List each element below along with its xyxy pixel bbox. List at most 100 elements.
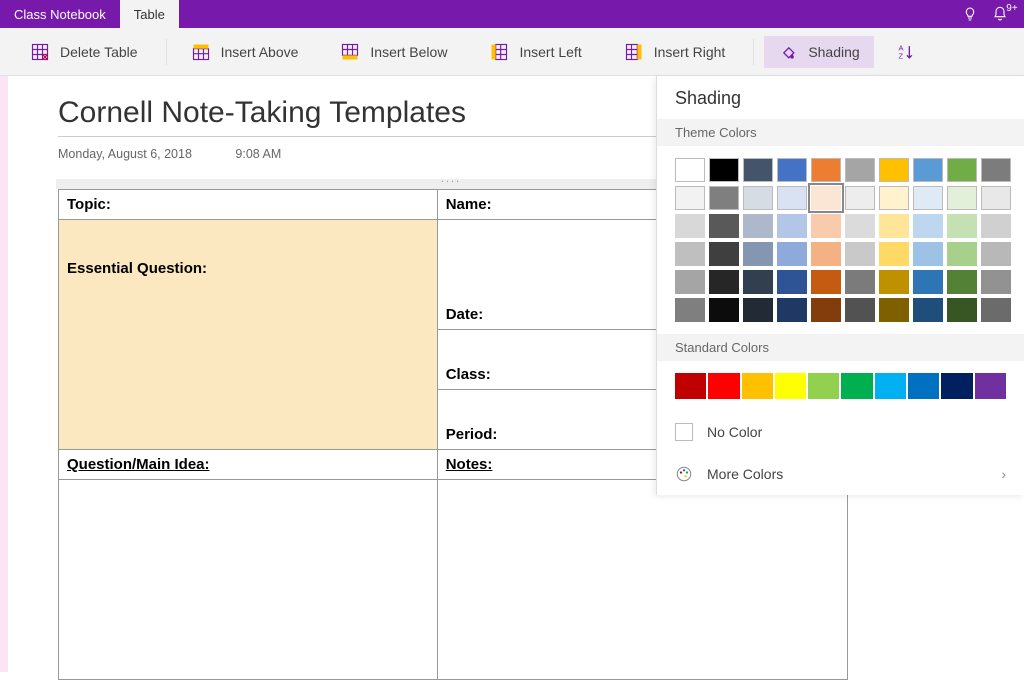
theme-swatch[interactable] [879, 242, 909, 266]
theme-swatch[interactable] [811, 298, 841, 322]
standard-swatch[interactable] [708, 373, 739, 399]
theme-swatch[interactable] [743, 186, 773, 210]
cell-question-body[interactable] [59, 480, 438, 680]
insert-left-button[interactable]: Insert Left [475, 36, 595, 68]
shading-panel: Shading Theme Colors Standard Colors No … [656, 76, 1024, 495]
theme-swatch[interactable] [811, 214, 841, 238]
theme-swatch[interactable] [743, 242, 773, 266]
theme-swatch[interactable] [777, 214, 807, 238]
theme-swatch[interactable] [777, 158, 807, 182]
theme-swatch[interactable] [811, 242, 841, 266]
shading-button[interactable]: Shading [764, 36, 873, 68]
theme-swatch[interactable] [981, 270, 1011, 294]
theme-swatch[interactable] [709, 186, 739, 210]
theme-swatch[interactable] [913, 242, 943, 266]
theme-swatch[interactable] [845, 270, 875, 294]
standard-swatch[interactable] [675, 373, 706, 399]
page-date: Monday, August 6, 2018 [58, 147, 192, 161]
theme-swatch[interactable] [675, 186, 705, 210]
tab-table[interactable]: Table [120, 0, 179, 28]
no-color-swatch-icon [675, 423, 693, 441]
theme-swatch[interactable] [913, 270, 943, 294]
theme-swatch[interactable] [981, 242, 1011, 266]
theme-swatch[interactable] [743, 214, 773, 238]
theme-swatch[interactable] [675, 242, 705, 266]
theme-swatch[interactable] [811, 186, 841, 210]
theme-swatch[interactable] [879, 270, 909, 294]
insert-below-button[interactable]: Insert Below [326, 36, 461, 68]
theme-swatch[interactable] [981, 186, 1011, 210]
theme-swatch[interactable] [845, 186, 875, 210]
theme-swatch[interactable] [709, 242, 739, 266]
theme-swatch[interactable] [811, 270, 841, 294]
delete-table-button[interactable]: Delete Table [16, 36, 152, 68]
standard-swatch[interactable] [975, 373, 1006, 399]
cell-essential-question[interactable]: Essential Question: [59, 220, 438, 450]
theme-swatch[interactable] [845, 214, 875, 238]
theme-swatch[interactable] [845, 298, 875, 322]
standard-swatch[interactable] [875, 373, 906, 399]
theme-swatch[interactable] [675, 158, 705, 182]
theme-swatch[interactable] [913, 298, 943, 322]
no-color-label: No Color [707, 424, 762, 440]
standard-swatch[interactable] [908, 373, 939, 399]
theme-swatch[interactable] [947, 186, 977, 210]
theme-swatch[interactable] [947, 158, 977, 182]
theme-swatch[interactable] [913, 158, 943, 182]
theme-swatch[interactable] [947, 242, 977, 266]
standard-swatch[interactable] [742, 373, 773, 399]
left-gutter [0, 76, 8, 672]
theme-swatch[interactable] [845, 242, 875, 266]
standard-color-grid [657, 361, 1024, 411]
theme-swatch[interactable] [947, 298, 977, 322]
theme-swatch[interactable] [947, 270, 977, 294]
theme-swatch[interactable] [743, 270, 773, 294]
theme-swatch[interactable] [981, 298, 1011, 322]
theme-swatch[interactable] [811, 158, 841, 182]
theme-swatch[interactable] [981, 158, 1011, 182]
notification-badge: 9+ [1006, 3, 1017, 14]
theme-swatch[interactable] [675, 214, 705, 238]
insert-right-label: Insert Right [654, 44, 726, 60]
insert-above-button[interactable]: Insert Above [177, 36, 313, 68]
cell-question-main[interactable]: Question/Main Idea: [59, 450, 438, 480]
theme-swatch[interactable] [743, 298, 773, 322]
tab-class-notebook[interactable]: Class Notebook [0, 0, 120, 28]
theme-swatch[interactable] [777, 242, 807, 266]
standard-swatch[interactable] [775, 373, 806, 399]
standard-swatch[interactable] [841, 373, 872, 399]
sort-button[interactable]: AZ [888, 36, 924, 68]
page-title[interactable]: Cornell Note-Taking Templates [58, 96, 658, 130]
theme-swatch[interactable] [709, 298, 739, 322]
theme-swatch[interactable] [947, 214, 977, 238]
cell-notes-body[interactable] [437, 480, 847, 680]
theme-swatch[interactable] [709, 158, 739, 182]
ribbon-separator [166, 39, 167, 65]
theme-swatch[interactable] [777, 298, 807, 322]
theme-swatch[interactable] [777, 270, 807, 294]
theme-swatch[interactable] [879, 214, 909, 238]
theme-swatch[interactable] [879, 186, 909, 210]
more-colors-label: More Colors [707, 466, 783, 482]
theme-swatch[interactable] [879, 158, 909, 182]
theme-swatch[interactable] [913, 214, 943, 238]
theme-swatch[interactable] [845, 158, 875, 182]
theme-swatch[interactable] [879, 298, 909, 322]
theme-swatch[interactable] [709, 214, 739, 238]
theme-swatch[interactable] [709, 270, 739, 294]
theme-swatch[interactable] [675, 270, 705, 294]
standard-swatch[interactable] [941, 373, 972, 399]
theme-swatch[interactable] [981, 214, 1011, 238]
no-color-row[interactable]: No Color [657, 411, 1024, 453]
lightbulb-icon[interactable] [952, 0, 988, 28]
standard-swatch[interactable] [808, 373, 839, 399]
cell-topic[interactable]: Topic: [59, 190, 438, 220]
bell-icon[interactable]: 9+ [988, 0, 1024, 28]
page-time: 9:08 AM [235, 147, 281, 161]
theme-swatch[interactable] [913, 186, 943, 210]
more-colors-row[interactable]: More Colors › [657, 453, 1024, 495]
theme-swatch[interactable] [777, 186, 807, 210]
theme-swatch[interactable] [743, 158, 773, 182]
theme-swatch[interactable] [675, 298, 705, 322]
insert-right-button[interactable]: Insert Right [610, 36, 740, 68]
